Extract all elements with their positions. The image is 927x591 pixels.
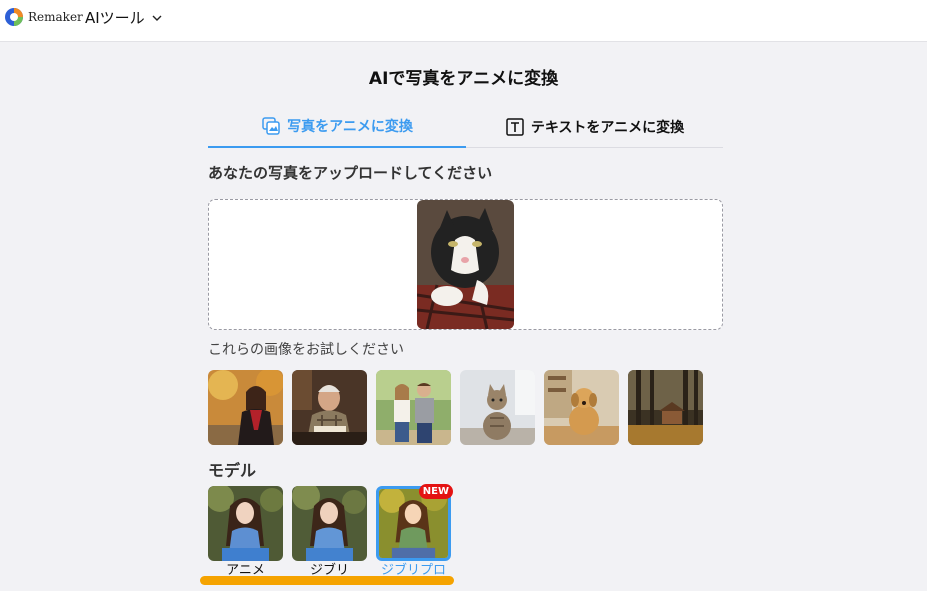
model-ghibli-pro[interactable]: NEW ジブリプロ (376, 484, 453, 579)
sample-cat[interactable] (460, 370, 535, 445)
sample-images (208, 370, 703, 445)
upload-dropzone[interactable] (208, 199, 723, 330)
sample-forest-cabin[interactable] (628, 370, 703, 445)
ai-tools-label: AIツール (85, 9, 145, 27)
sample-woman-autumn[interactable] (208, 370, 283, 445)
model-thumbnail (208, 486, 283, 561)
model-thumbnail (292, 486, 367, 561)
model-ghibli[interactable]: ジブリ (292, 486, 367, 579)
try-samples-label: これらの画像をお試しください (208, 342, 404, 358)
tab-label: テキストをアニメに変換 (530, 119, 685, 136)
tab-text-to-anime[interactable]: テキストをアニメに変換 (466, 105, 723, 148)
uploaded-photo (417, 200, 514, 329)
sample-old-man-reading[interactable] (292, 370, 367, 445)
remaker-logo[interactable] (4, 7, 24, 27)
chevron-down-icon (152, 15, 162, 21)
image-convert-icon (262, 116, 280, 135)
top-bar: Remaker AIツール (0, 0, 927, 42)
tab-photo-to-anime[interactable]: 写真をアニメに変換 (208, 105, 466, 148)
model-heading: モデル (208, 461, 257, 480)
upload-heading: あなたの写真をアップロードしてください (208, 164, 493, 182)
sample-dog[interactable] (544, 370, 619, 445)
page-title: AIで写真をアニメに変換 (368, 69, 559, 89)
model-selector: アニメ ジブリ NEW ジブリプロ (208, 484, 453, 579)
model-anime[interactable]: アニメ (208, 486, 283, 579)
brand-name[interactable]: Remaker (28, 10, 83, 24)
new-badge: NEW (418, 484, 453, 499)
tab-label: 写真をアニメに変換 (287, 118, 413, 135)
mode-tabs: 写真をアニメに変換 テキストをアニメに変換 (208, 105, 723, 148)
ai-tools-menu[interactable]: AIツール (85, 7, 163, 28)
sample-couple[interactable] (376, 370, 451, 445)
text-box-icon (506, 117, 524, 136)
selection-highlight-underline (200, 576, 454, 585)
